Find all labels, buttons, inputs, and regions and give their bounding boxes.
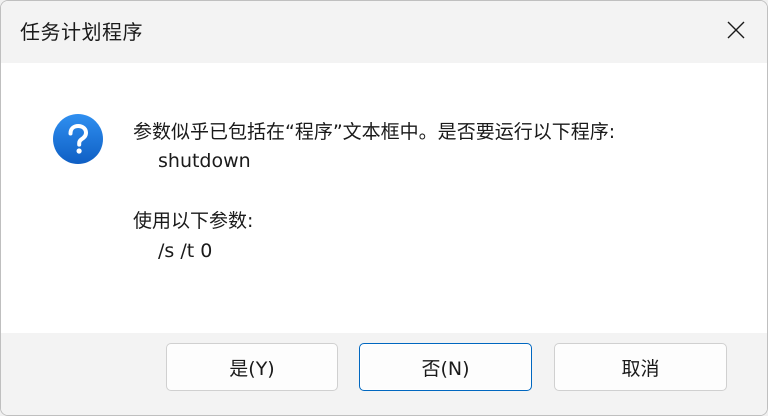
- arguments-label: 使用以下参数:: [133, 210, 254, 232]
- button-bar: 是(Y) 否(N) 取消: [1, 333, 767, 415]
- close-icon: [726, 20, 746, 44]
- arguments-value: /s /t 0: [158, 240, 213, 262]
- window-title: 任务计划程序: [20, 20, 143, 44]
- close-button[interactable]: [705, 1, 767, 63]
- dialog-window: 任务计划程序 参数似乎已包括在“程序”文本框中。是否要运行以下程序: shutd…: [0, 0, 768, 416]
- question-icon: [53, 114, 103, 164]
- program-name: shutdown: [158, 150, 251, 172]
- yes-button[interactable]: 是(Y): [166, 343, 338, 391]
- message-text: 参数似乎已包括在“程序”文本框中。是否要运行以下程序:: [133, 121, 616, 143]
- cancel-button[interactable]: 取消: [554, 343, 727, 391]
- no-button[interactable]: 否(N): [359, 343, 532, 391]
- title-bar[interactable]: 任务计划程序: [1, 1, 767, 63]
- dialog-content: 参数似乎已包括在“程序”文本框中。是否要运行以下程序: shutdown 使用以…: [1, 63, 767, 333]
